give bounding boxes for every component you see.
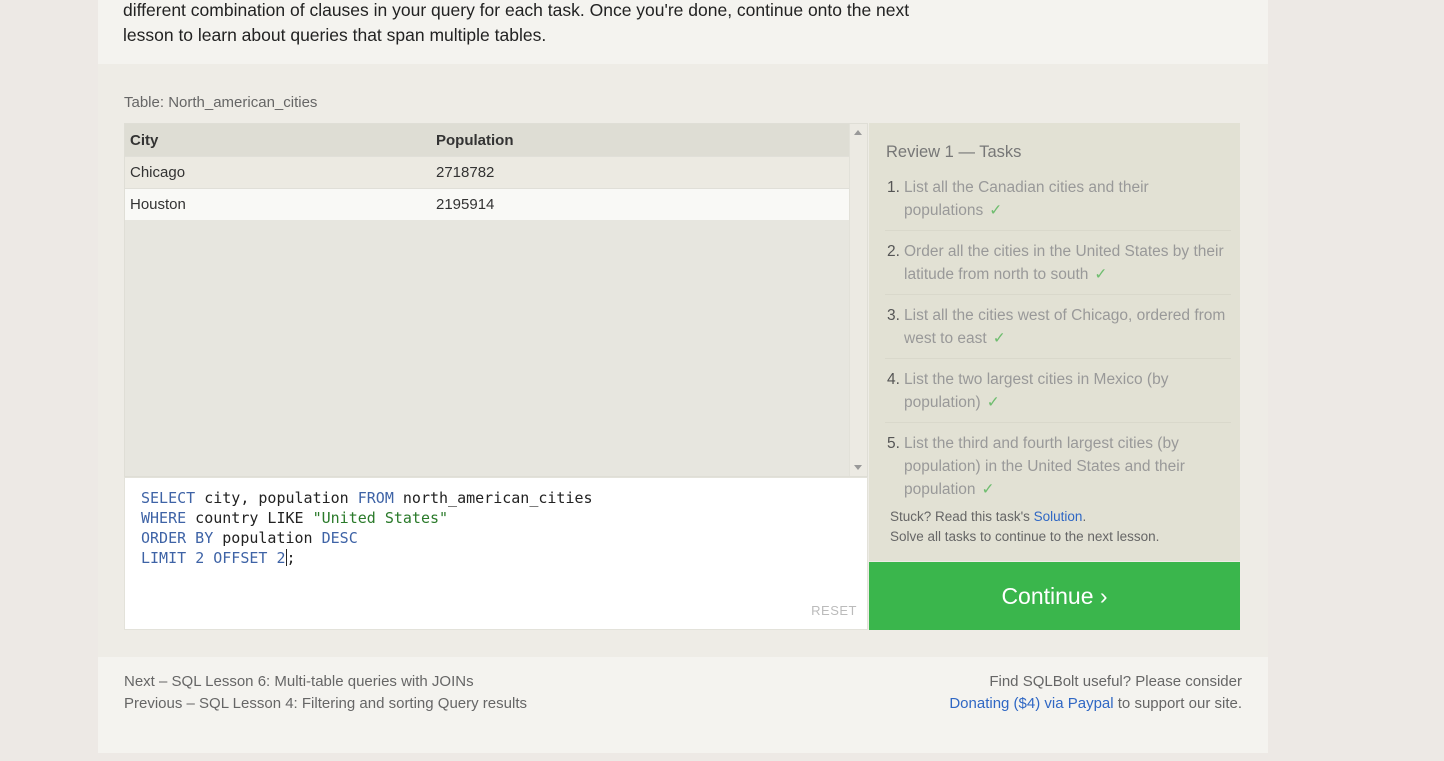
task-number: 5. (887, 435, 900, 452)
task-text: List the third and fourth largest cities… (904, 435, 1185, 498)
task-text: List the two largest cities in Mexico (b… (904, 371, 1169, 411)
solve-all-text: Solve all tasks to continue to the next … (890, 529, 1160, 544)
table-header-row: City Population (125, 124, 852, 157)
column-header-population: Population (431, 124, 852, 157)
donate-line-1: Find SQLBolt useful? Please consider (989, 673, 1242, 690)
table-row: Houston 2195914 (125, 188, 852, 220)
checkmark-icon: ✓ (981, 481, 995, 498)
results-table: City Population Chicago 2718782 Houston … (125, 124, 852, 220)
task-item: 5. List the third and fourth largest citi… (885, 431, 1231, 509)
continue-button[interactable]: Continue › (869, 562, 1240, 630)
stuck-prefix: Stuck? Read this task's (890, 509, 1034, 524)
page: different combination of clauses in your… (98, 0, 1268, 753)
sql-token: ; (286, 549, 296, 567)
sql-token: population (213, 529, 322, 547)
lesson-intro: different combination of clauses in your… (123, 0, 943, 48)
sql-editor[interactable]: SELECT city, population FROM north_ameri… (124, 477, 868, 630)
sql-keyword: LIMIT (141, 549, 187, 567)
task-text: List all the Canadian cities and their p… (904, 179, 1149, 219)
sql-token: 2 (195, 549, 205, 567)
task-text: List all the cities west of Chicago, ord… (904, 307, 1226, 347)
checkmark-icon: ✓ (992, 330, 1006, 347)
exercise-panel: Table: North_american_cities City Popula… (98, 64, 1268, 657)
results-scrollbar[interactable] (849, 124, 867, 476)
intro-line-2: lesson to learn about queries that span … (123, 25, 547, 45)
sql-keyword: OFFSET (213, 549, 268, 567)
task-number: 1. (887, 179, 900, 196)
sql-keyword: SELECT (141, 489, 196, 507)
results-table-panel: City Population Chicago 2718782 Houston … (124, 123, 868, 477)
task-number: 3. (887, 307, 900, 324)
sql-line[interactable]: LIMIT 2 OFFSET 2; (141, 548, 851, 568)
checkmark-icon: ✓ (1094, 266, 1108, 283)
task-list: 1. List all the Canadian cities and their… (885, 175, 1231, 517)
next-prefix: Next – (124, 673, 172, 690)
sql-token: city, population (195, 489, 358, 507)
tasks-panel: Review 1 — Tasks 1. List all the Canadian… (869, 123, 1240, 561)
task-number: 4. (887, 371, 900, 388)
cell-population: 2195914 (431, 188, 852, 220)
task-text: Order all the cities in the United State… (904, 243, 1224, 283)
column-header-city: City (125, 124, 431, 157)
sql-token: country LIKE (186, 509, 313, 527)
sql-token: "United States" (312, 509, 449, 527)
sql-keyword: FROM (357, 489, 394, 507)
lesson-navigation: Next – SQL Lesson 6: Multi-table queries… (124, 671, 527, 715)
task-item: 2. Order all the cities in the United Sta… (885, 239, 1231, 295)
cell-population: 2718782 (431, 156, 852, 189)
sql-line[interactable]: ORDER BY population DESC (141, 528, 851, 548)
sql-keyword: WHERE (141, 509, 187, 527)
sql-keyword: ORDER BY (141, 529, 214, 547)
stuck-suffix: . (1082, 509, 1087, 524)
intro-line-1: different combination of clauses in your… (123, 0, 910, 20)
solution-link[interactable]: Solution (1034, 509, 1083, 524)
sql-line[interactable]: WHERE country LIKE "United States" (141, 508, 851, 528)
task-item: 1. List all the Canadian cities and their… (885, 175, 1231, 231)
next-lesson-link[interactable]: SQL Lesson 6: Multi-table queries with J… (172, 673, 474, 690)
table-label: Table: North_american_cities (124, 94, 318, 111)
task-item: 3. List all the cities west of Chicago, o… (885, 303, 1231, 359)
donate-suffix: to support our site. (1113, 695, 1242, 712)
table-row: Chicago 2718782 (125, 156, 852, 189)
sql-token: 2 (276, 549, 286, 567)
checkmark-icon: ✓ (989, 202, 1003, 219)
previous-prefix: Previous – (124, 695, 200, 712)
reset-button[interactable]: RESET (811, 601, 857, 621)
cell-city: Houston (125, 188, 431, 220)
task-number: 2. (887, 243, 900, 260)
tasks-title: Review 1 — Tasks (886, 143, 1022, 161)
task-item: 4. List the two largest cities in Mexico … (885, 367, 1231, 423)
sql-code[interactable]: SELECT city, population FROM north_ameri… (141, 488, 851, 568)
checkmark-icon: ✓ (986, 394, 1000, 411)
donate-note: Find SQLBolt useful? Please consider Don… (949, 671, 1242, 715)
sql-keyword: DESC (321, 529, 358, 547)
donate-link[interactable]: Donating ($4) via Paypal (949, 695, 1113, 712)
scroll-up-icon[interactable] (854, 130, 862, 135)
stuck-hint: Stuck? Read this task's Solution. Solve … (890, 507, 1159, 547)
cell-city: Chicago (125, 156, 431, 189)
sql-line[interactable]: SELECT city, population FROM north_ameri… (141, 488, 851, 508)
previous-lesson-link[interactable]: SQL Lesson 4: Filtering and sorting Quer… (199, 695, 527, 712)
scroll-down-icon[interactable] (854, 465, 862, 470)
sql-token: north_american_cities (393, 489, 593, 507)
